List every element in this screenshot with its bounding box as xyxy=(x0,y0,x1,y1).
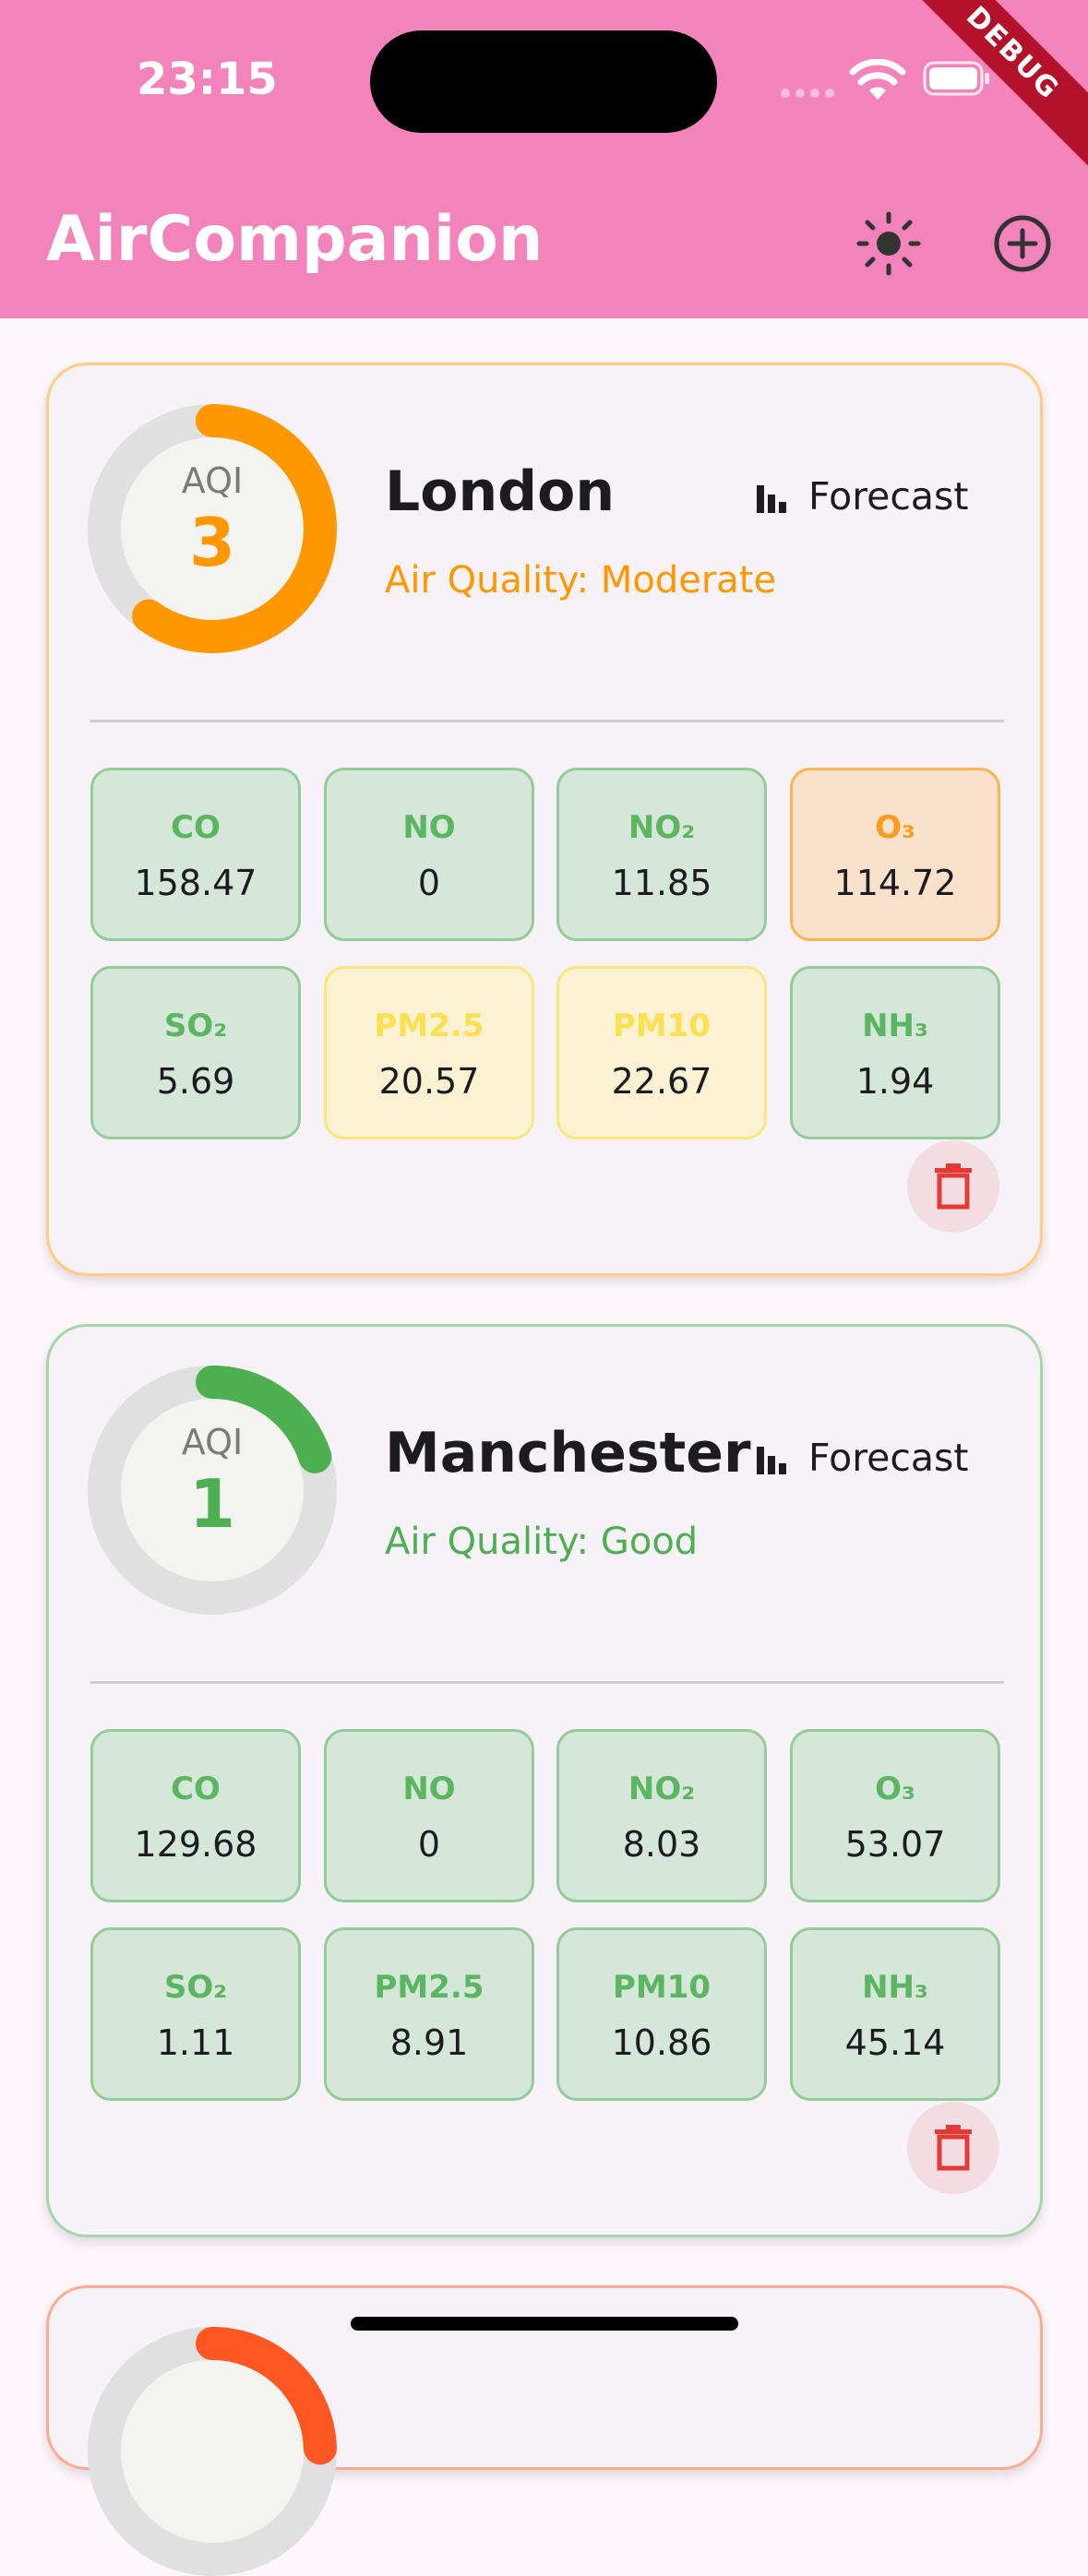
delete-button[interactable] xyxy=(907,1140,999,1233)
signal-dots-icon xyxy=(781,89,834,98)
pollutant-value: 8.03 xyxy=(622,1824,701,1865)
pollutant-tile-o3: O₃ 114.72 xyxy=(790,768,1000,941)
pollutant-name: PM2.5 xyxy=(374,1969,484,2006)
dynamic-island xyxy=(370,30,717,133)
aqi-value: 1 xyxy=(188,1465,236,1543)
pollutant-tile-pm10: PM10 22.67 xyxy=(556,966,767,1139)
pollutant-tile-nh3: NH₃ 45.14 xyxy=(790,1927,1000,2101)
pollutant-tile-pm25: PM2.5 20.57 xyxy=(324,966,534,1139)
pollutant-name: CO xyxy=(171,809,221,846)
pollutant-value: 5.69 xyxy=(156,1061,235,1102)
air-quality-status: Air Quality: Moderate xyxy=(385,559,777,602)
bar-chart-icon xyxy=(757,485,786,513)
pollutant-value: 10.86 xyxy=(611,2022,712,2063)
pollutant-name: NO₂ xyxy=(628,1771,696,1807)
pollutant-name: PM10 xyxy=(612,1969,711,2006)
bar-chart-icon xyxy=(757,1447,786,1474)
pollutant-name: O₃ xyxy=(875,809,915,846)
divider xyxy=(90,720,1004,722)
pollutant-tile-no2: NO₂ 8.03 xyxy=(556,1729,767,1902)
aqi-label: AQI xyxy=(181,1422,244,1462)
pollutant-value: 158.47 xyxy=(134,863,257,903)
pollutant-value: 0 xyxy=(417,863,441,903)
divider xyxy=(90,1681,1004,1684)
pollutant-name: NH₃ xyxy=(862,1969,928,2006)
air-quality-status: Air Quality: Good xyxy=(385,1521,699,1563)
pollutant-value: 0 xyxy=(417,1824,441,1865)
city-card-partial[interactable] xyxy=(46,2285,1043,2576)
pollutant-name: O₃ xyxy=(875,1771,915,1807)
pollutant-value: 1.94 xyxy=(855,1061,935,1102)
pollutant-value: 1.11 xyxy=(156,2022,235,2063)
brightness-icon[interactable] xyxy=(854,209,924,279)
delete-icon xyxy=(935,1163,972,1210)
pollutant-value: 8.91 xyxy=(389,2022,469,2063)
pollutant-name: NH₃ xyxy=(862,1008,928,1044)
home-indicator xyxy=(351,2317,738,2331)
pollutant-value: 20.57 xyxy=(378,1061,480,1102)
pollutant-name: NO xyxy=(402,809,456,846)
pollutant-tile-nh3: NH₃ 1.94 xyxy=(790,966,1000,1139)
app-bar: 23:15 DEBUG AirCompanion xyxy=(0,0,1088,318)
forecast-label: Forecast xyxy=(808,474,969,519)
forecast-label: Forecast xyxy=(808,1436,969,1480)
pollutant-tile-no: NO 0 xyxy=(324,1729,534,1902)
battery-icon xyxy=(923,61,989,96)
app-title: AirCompanion xyxy=(46,203,544,276)
city-name: Manchester xyxy=(385,1421,751,1485)
pollutant-value: 114.72 xyxy=(833,863,957,903)
pollutant-name: PM10 xyxy=(612,1008,711,1044)
status-time: 23:15 xyxy=(137,54,278,105)
wifi-icon xyxy=(849,59,906,100)
pollutant-name: PM2.5 xyxy=(374,1008,484,1044)
forecast-button[interactable]: Forecast xyxy=(755,1430,969,1485)
pollutant-name: NO₂ xyxy=(628,809,696,846)
pollutant-tile-no2: NO₂ 11.85 xyxy=(556,768,767,941)
pollutant-name: CO xyxy=(171,1771,221,1807)
pollutant-tile-o3: O₃ 53.07 xyxy=(790,1729,1000,1902)
delete-icon xyxy=(935,2125,972,2171)
pollutant-value: 11.85 xyxy=(611,863,712,903)
add-circle-icon[interactable] xyxy=(987,209,1058,279)
pollutant-tile-pm25: PM2.5 8.91 xyxy=(324,1927,534,2101)
pollutant-tile-so2: SO₂ 5.69 xyxy=(90,966,301,1139)
pollutant-tile-pm10: PM10 10.86 xyxy=(556,1927,767,2101)
pollutant-tile-co: CO 129.68 xyxy=(90,1729,301,1902)
pollutant-value: 45.14 xyxy=(844,2022,946,2063)
aqi-label: AQI xyxy=(181,460,244,501)
delete-button[interactable] xyxy=(907,2102,999,2194)
pollutant-value: 129.68 xyxy=(134,1824,257,1865)
pollutant-tile-co: CO 158.47 xyxy=(90,768,301,941)
pollutant-name: SO₂ xyxy=(163,1969,228,2006)
pollutant-value: 22.67 xyxy=(611,1061,712,1102)
city-card-manchester[interactable]: AQI 1 Manchester Air Quality: Good Forec… xyxy=(46,1324,1043,2237)
city-card-london[interactable]: AQI 3 London Air Quality: Moderate Forec… xyxy=(46,363,1043,1276)
forecast-button[interactable]: Forecast xyxy=(755,469,969,524)
pollutant-tile-so2: SO₂ 1.11 xyxy=(90,1927,301,2101)
pollutant-name: SO₂ xyxy=(163,1008,228,1044)
aqi-value: 3 xyxy=(188,504,236,581)
pollutant-value: 53.07 xyxy=(844,1824,946,1865)
city-name: London xyxy=(385,459,616,524)
aqi-gauge xyxy=(88,2327,337,2576)
pollutant-tile-no: NO 0 xyxy=(324,768,534,941)
pollutant-name: NO xyxy=(402,1771,456,1807)
